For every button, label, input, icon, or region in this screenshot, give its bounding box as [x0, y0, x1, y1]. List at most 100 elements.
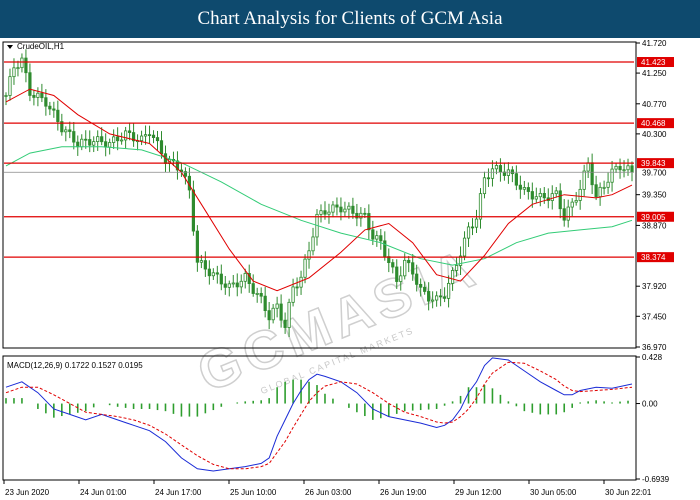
candle-body	[128, 130, 132, 133]
candle-body	[76, 141, 80, 148]
candle-body	[40, 92, 44, 99]
candle-body	[92, 141, 96, 146]
candle-body	[191, 189, 195, 232]
macd-values-text: 0.1722 0.1527 0.0195	[65, 361, 143, 370]
candle-body	[510, 169, 514, 175]
candle-body	[235, 282, 239, 288]
candle-body	[478, 193, 483, 220]
candle-body	[578, 188, 582, 201]
candle-body	[423, 286, 427, 292]
candle-body	[4, 95, 8, 97]
candle-body	[494, 165, 499, 170]
candle-body	[626, 165, 630, 171]
time-tick-label: 24 Jun 01:00	[80, 488, 127, 497]
price-tick-label: 37.450	[642, 312, 667, 321]
candle-body	[100, 136, 104, 143]
candle-body	[566, 206, 570, 221]
candle-body	[550, 193, 554, 201]
ma-slow-line	[5, 146, 633, 266]
candle-body	[598, 186, 602, 198]
candle-body	[335, 204, 339, 208]
candle-body	[419, 283, 423, 288]
candle-body	[215, 272, 219, 275]
candle-body	[311, 236, 315, 252]
current-price-label: 39.700	[642, 168, 667, 177]
candle-body	[287, 301, 291, 328]
candle-body	[295, 286, 299, 289]
candle-body	[16, 67, 20, 70]
candle-body	[431, 299, 435, 302]
candle-body	[143, 134, 148, 137]
candle-body	[255, 293, 259, 295]
candle-body	[586, 162, 590, 172]
candle-body	[219, 273, 223, 285]
time-tick-label: 30 Jun 22:01	[605, 488, 652, 497]
candle-body	[331, 204, 335, 213]
candle-body	[343, 208, 347, 213]
candle-body	[618, 165, 622, 171]
candle-body	[108, 142, 112, 148]
candle-body	[211, 272, 215, 277]
price-tick-label: 40.770	[642, 100, 667, 109]
candle-body	[530, 191, 534, 200]
candle-body	[239, 280, 243, 288]
candle-body	[403, 259, 407, 277]
candle-body	[450, 270, 455, 284]
candle-body	[466, 226, 471, 239]
candle-body	[391, 262, 395, 268]
candle-body	[227, 283, 231, 288]
candle-body	[506, 169, 510, 176]
candle-body	[474, 218, 479, 228]
price-tick-label: 38.870	[642, 221, 667, 230]
candle-body	[151, 134, 156, 138]
candle-body	[395, 266, 399, 282]
candle-body	[112, 136, 116, 143]
macd-indicator-name: MACD(12,26,9)	[7, 361, 63, 370]
candle-body	[323, 210, 327, 215]
candle-body	[307, 250, 311, 260]
price-tick-label: 41.720	[642, 39, 667, 48]
candle-body	[207, 268, 211, 277]
candle-body	[147, 134, 152, 137]
candle-body	[590, 162, 594, 186]
candle-body	[199, 260, 203, 263]
chart-menu-arrow-icon[interactable]	[7, 45, 13, 49]
candle-body	[367, 213, 371, 231]
candle-body	[518, 184, 522, 190]
ma-fast-line	[5, 88, 633, 292]
candle-body	[470, 226, 475, 229]
candle-body	[56, 109, 60, 122]
candle-body	[435, 295, 439, 301]
level-label: 41.423	[641, 58, 666, 67]
candle-body	[231, 282, 235, 285]
chart-canvas: GCMASIA GLOBAL CAPITAL MARKETS 41.42340.…	[2, 39, 674, 497]
price-tick-label: 37.920	[642, 282, 667, 291]
candle-body	[263, 295, 267, 311]
candle-body	[622, 169, 626, 172]
candle-body	[80, 138, 84, 148]
macd-tick-label: 0.428	[642, 353, 663, 362]
candle-body	[124, 130, 128, 141]
chart-title-bar: Chart Analysis for Clients of GCM Asia	[0, 0, 700, 38]
candle-body	[371, 229, 375, 240]
candle-body	[28, 72, 32, 96]
candle-body	[411, 262, 415, 275]
candle-body	[8, 76, 12, 96]
candle-body	[303, 258, 307, 278]
candle-body	[486, 177, 491, 180]
candle-body	[24, 57, 28, 74]
candle-body	[64, 129, 68, 133]
candle-body	[20, 57, 24, 69]
candle-body	[267, 310, 271, 321]
candle-body	[299, 276, 303, 288]
candle-body	[139, 135, 144, 142]
candle-body	[251, 283, 255, 294]
candle-body	[159, 140, 164, 155]
candle-body	[96, 136, 100, 143]
watermark-brand: GCMASIA	[190, 237, 488, 404]
candle-body	[614, 165, 618, 170]
candle-body	[319, 210, 323, 215]
candle-body	[351, 205, 355, 214]
candle-body	[104, 141, 108, 148]
time-tick-label: 26 Jun 19:00	[380, 488, 427, 497]
